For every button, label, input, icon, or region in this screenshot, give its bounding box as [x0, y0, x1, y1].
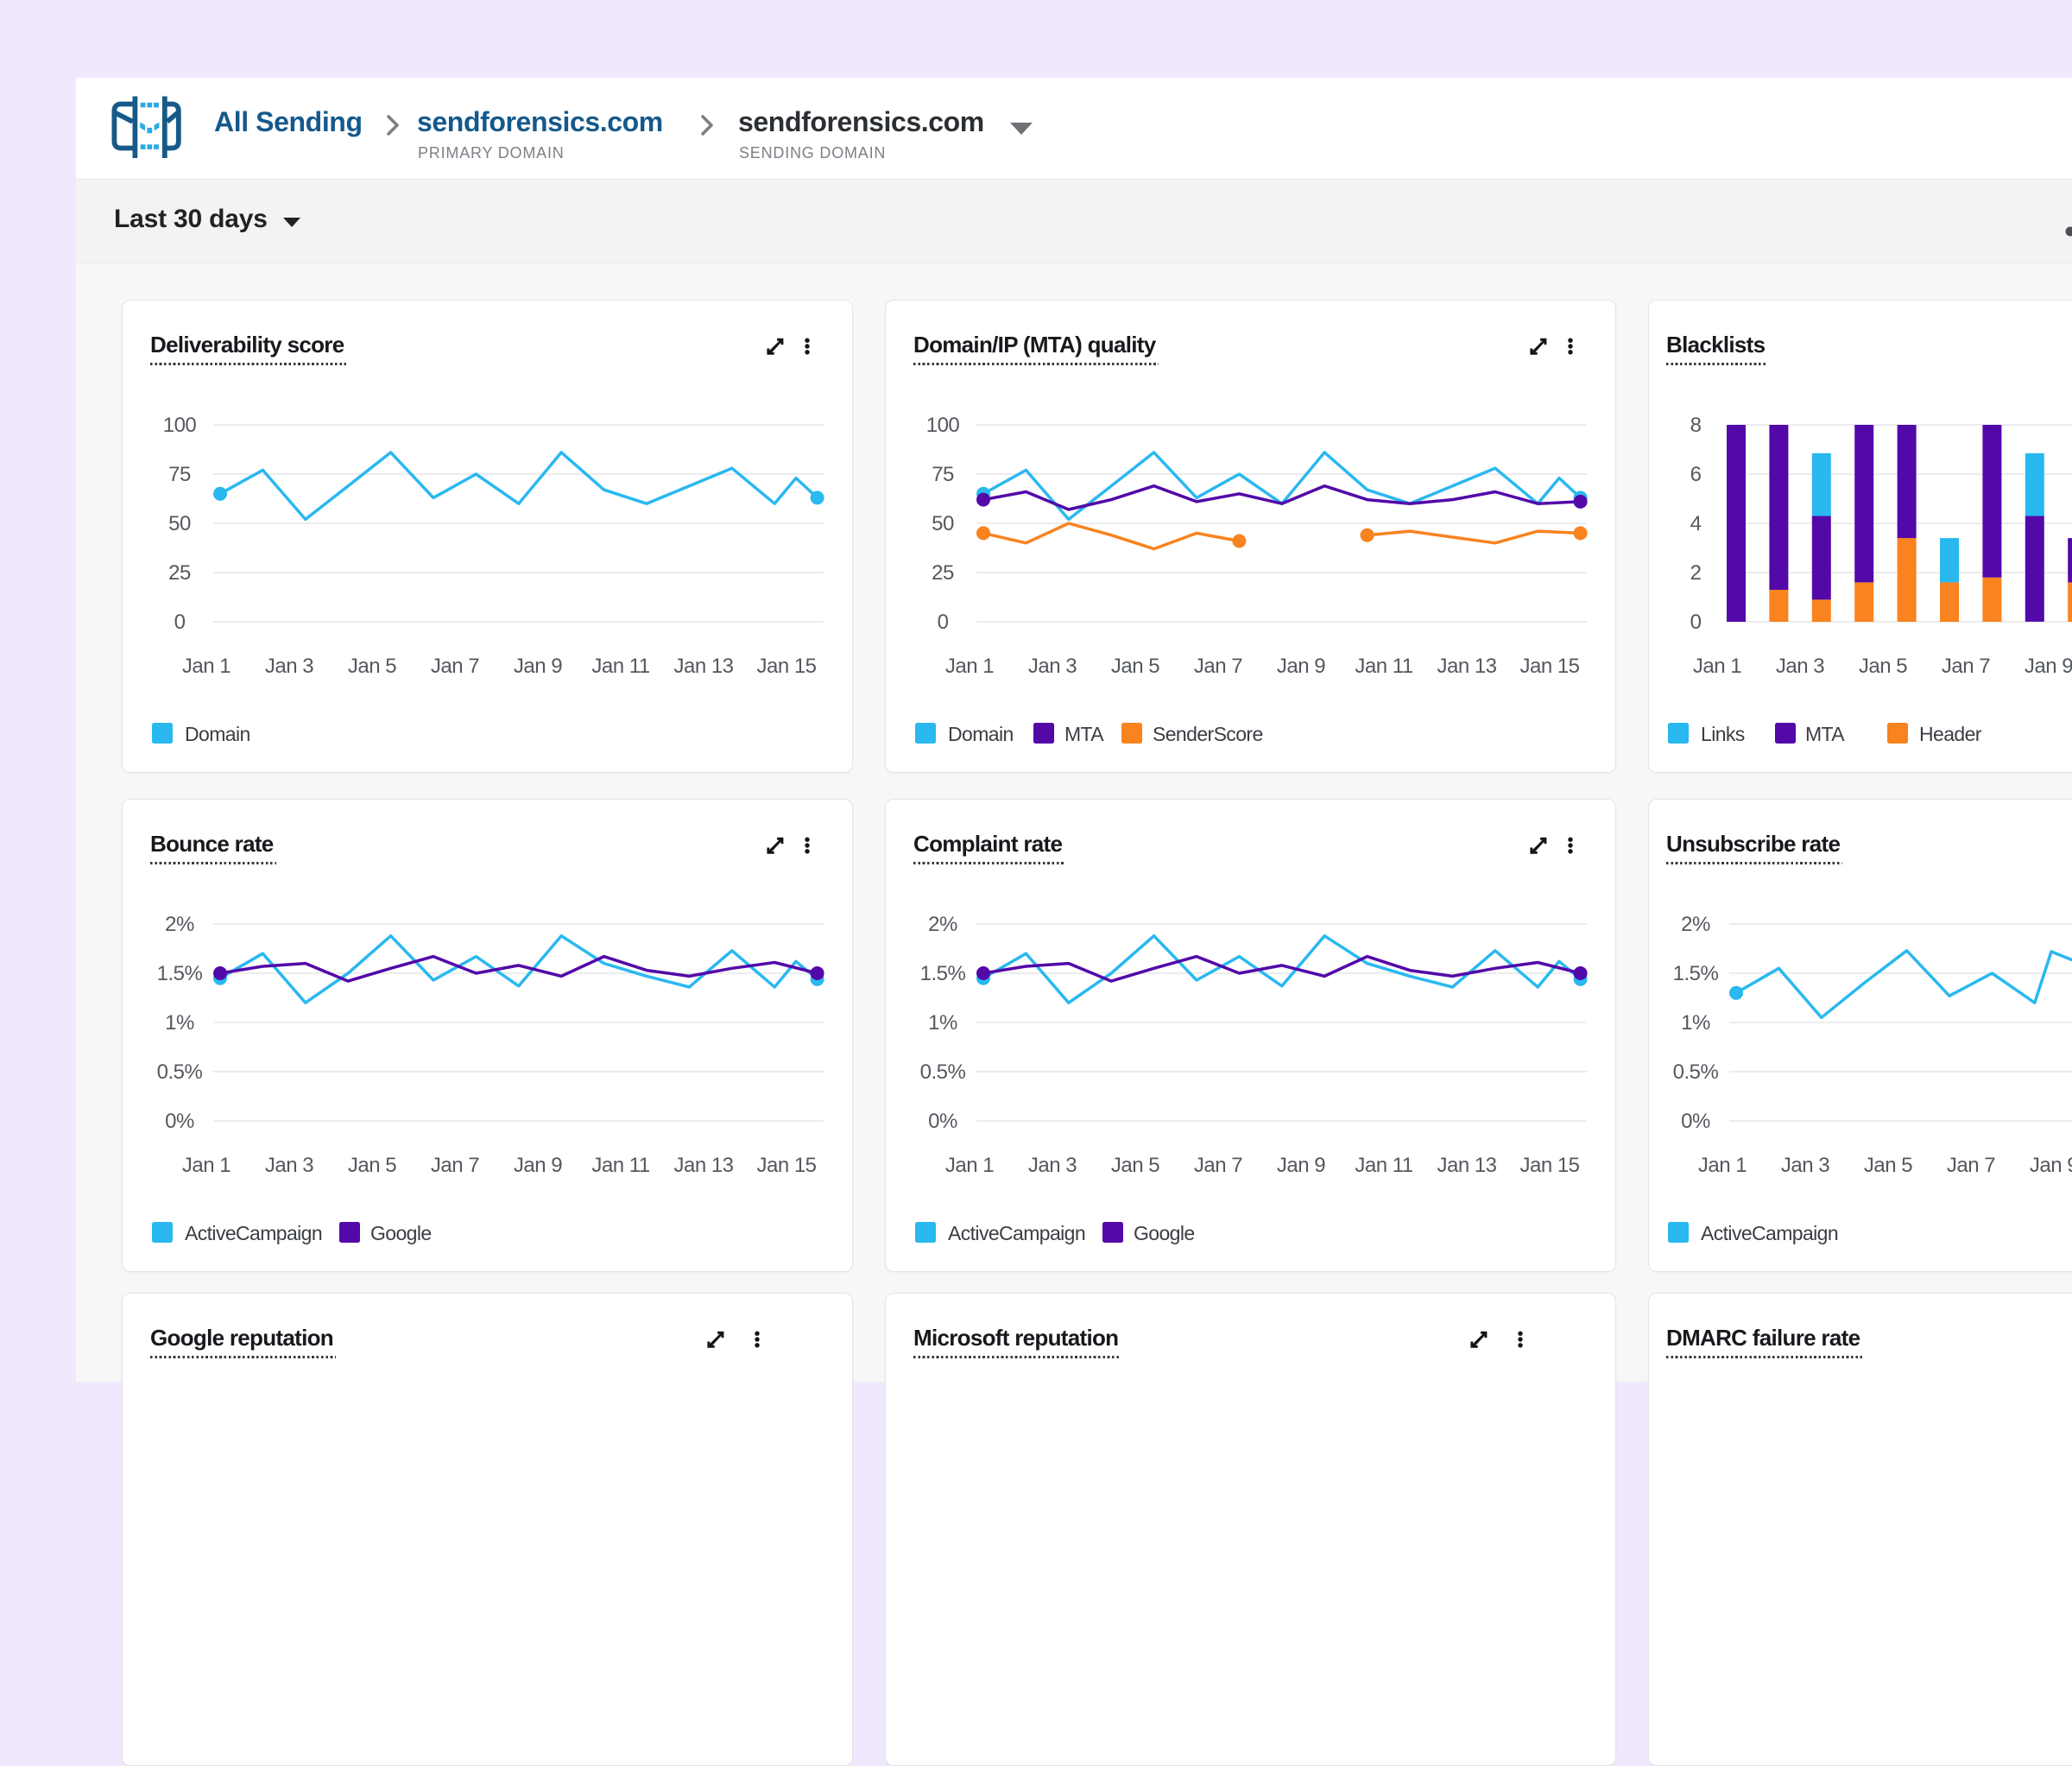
svg-text:4: 4	[1690, 512, 1702, 535]
svg-text:Jan 7: Jan 7	[1942, 655, 1990, 678]
svg-text:Jan 3: Jan 3	[1028, 655, 1077, 678]
svg-text:Jan 15: Jan 15	[756, 655, 816, 678]
svg-text:8: 8	[1690, 414, 1702, 437]
svg-text:Jan 1: Jan 1	[182, 655, 231, 678]
svg-text:Jan 13: Jan 13	[673, 655, 733, 678]
svg-text:0%: 0%	[928, 1110, 957, 1133]
svg-text:Jan 1: Jan 1	[1693, 655, 1741, 678]
svg-text:Jan 11: Jan 11	[591, 1154, 649, 1177]
svg-text:Jan 13: Jan 13	[673, 1154, 733, 1177]
svg-text:0: 0	[174, 611, 186, 634]
svg-text:0: 0	[1690, 611, 1702, 634]
svg-text:Header: Header	[1919, 723, 1982, 745]
svg-text:ActiveCampaign: ActiveCampaign	[948, 1222, 1085, 1244]
svg-text:Jan 5: Jan 5	[1111, 655, 1159, 678]
svg-text:Jan 7: Jan 7	[1947, 1154, 1995, 1177]
svg-text:Jan 5: Jan 5	[348, 655, 396, 678]
svg-text:Google: Google	[1134, 1222, 1195, 1244]
svg-text:Jan 7: Jan 7	[1194, 655, 1242, 678]
svg-text:Links: Links	[1701, 723, 1745, 745]
svg-text:25: 25	[932, 561, 954, 585]
svg-text:100: 100	[163, 414, 197, 437]
svg-text:Domain: Domain	[948, 723, 1014, 745]
svg-text:0%: 0%	[1681, 1110, 1710, 1133]
svg-text:Jan 9: Jan 9	[1277, 655, 1325, 678]
svg-text:Jan 11: Jan 11	[591, 655, 649, 678]
svg-text:MTA: MTA	[1064, 723, 1104, 745]
svg-text:Jan 9: Jan 9	[514, 1154, 562, 1177]
svg-text:75: 75	[932, 463, 954, 486]
svg-text:Jan 1: Jan 1	[182, 1154, 231, 1177]
svg-text:0.5%: 0.5%	[1673, 1060, 1719, 1084]
svg-text:ActiveCampaign: ActiveCampaign	[1701, 1222, 1838, 1244]
svg-text:1.5%: 1.5%	[920, 962, 966, 985]
svg-text:25: 25	[168, 561, 191, 585]
svg-text:Jan 9: Jan 9	[2030, 1154, 2072, 1177]
svg-text:Jan 9: Jan 9	[2025, 655, 2072, 678]
svg-text:2%: 2%	[165, 913, 194, 936]
svg-text:MTA: MTA	[1805, 723, 1845, 745]
svg-text:Jan 3: Jan 3	[1028, 1154, 1077, 1177]
svg-text:Google: Google	[370, 1222, 432, 1244]
svg-text:Jan 15: Jan 15	[1519, 1154, 1579, 1177]
svg-text:2%: 2%	[1681, 913, 1710, 936]
svg-text:100: 100	[926, 414, 960, 437]
svg-text:1.5%: 1.5%	[157, 962, 203, 985]
svg-text:Jan 11: Jan 11	[1355, 655, 1412, 678]
svg-text:0.5%: 0.5%	[157, 1060, 203, 1084]
svg-text:Jan 3: Jan 3	[265, 1154, 313, 1177]
svg-text:Jan 5: Jan 5	[1864, 1154, 1912, 1177]
svg-text:50: 50	[168, 512, 191, 535]
svg-text:Jan 7: Jan 7	[431, 1154, 479, 1177]
svg-text:Jan 13: Jan 13	[1437, 655, 1496, 678]
svg-text:Jan 1: Jan 1	[945, 1154, 994, 1177]
svg-text:Jan 9: Jan 9	[514, 655, 562, 678]
svg-text:0%: 0%	[165, 1110, 194, 1133]
svg-text:2: 2	[1690, 561, 1702, 585]
svg-text:Jan 13: Jan 13	[1437, 1154, 1496, 1177]
svg-text:Jan 3: Jan 3	[265, 655, 313, 678]
svg-text:Jan 5: Jan 5	[1859, 655, 1907, 678]
svg-text:Jan 15: Jan 15	[1519, 655, 1579, 678]
svg-text:1%: 1%	[928, 1011, 957, 1035]
svg-text:Jan 5: Jan 5	[348, 1154, 396, 1177]
svg-text:Jan 9: Jan 9	[1277, 1154, 1325, 1177]
svg-text:Jan 7: Jan 7	[1194, 1154, 1242, 1177]
svg-text:ActiveCampaign: ActiveCampaign	[185, 1222, 322, 1244]
svg-text:1%: 1%	[165, 1011, 194, 1035]
svg-text:Jan 3: Jan 3	[1776, 655, 1824, 678]
svg-text:6: 6	[1690, 463, 1702, 486]
svg-text:75: 75	[168, 463, 191, 486]
svg-text:1%: 1%	[1681, 1011, 1710, 1035]
svg-text:2%: 2%	[928, 913, 957, 936]
svg-text:Domain: Domain	[185, 723, 250, 745]
svg-text:Jan 1: Jan 1	[1698, 1154, 1747, 1177]
svg-text:0.5%: 0.5%	[920, 1060, 966, 1084]
svg-text:0: 0	[938, 611, 949, 634]
svg-text:Jan 3: Jan 3	[1781, 1154, 1829, 1177]
svg-text:1.5%: 1.5%	[1673, 962, 1719, 985]
svg-text:Jan 7: Jan 7	[431, 655, 479, 678]
svg-text:50: 50	[932, 512, 954, 535]
svg-text:Jan 1: Jan 1	[945, 655, 994, 678]
svg-text:Jan 15: Jan 15	[756, 1154, 816, 1177]
svg-text:SenderScore: SenderScore	[1153, 723, 1263, 745]
svg-text:Jan 11: Jan 11	[1355, 1154, 1412, 1177]
svg-text:Jan 5: Jan 5	[1111, 1154, 1159, 1177]
